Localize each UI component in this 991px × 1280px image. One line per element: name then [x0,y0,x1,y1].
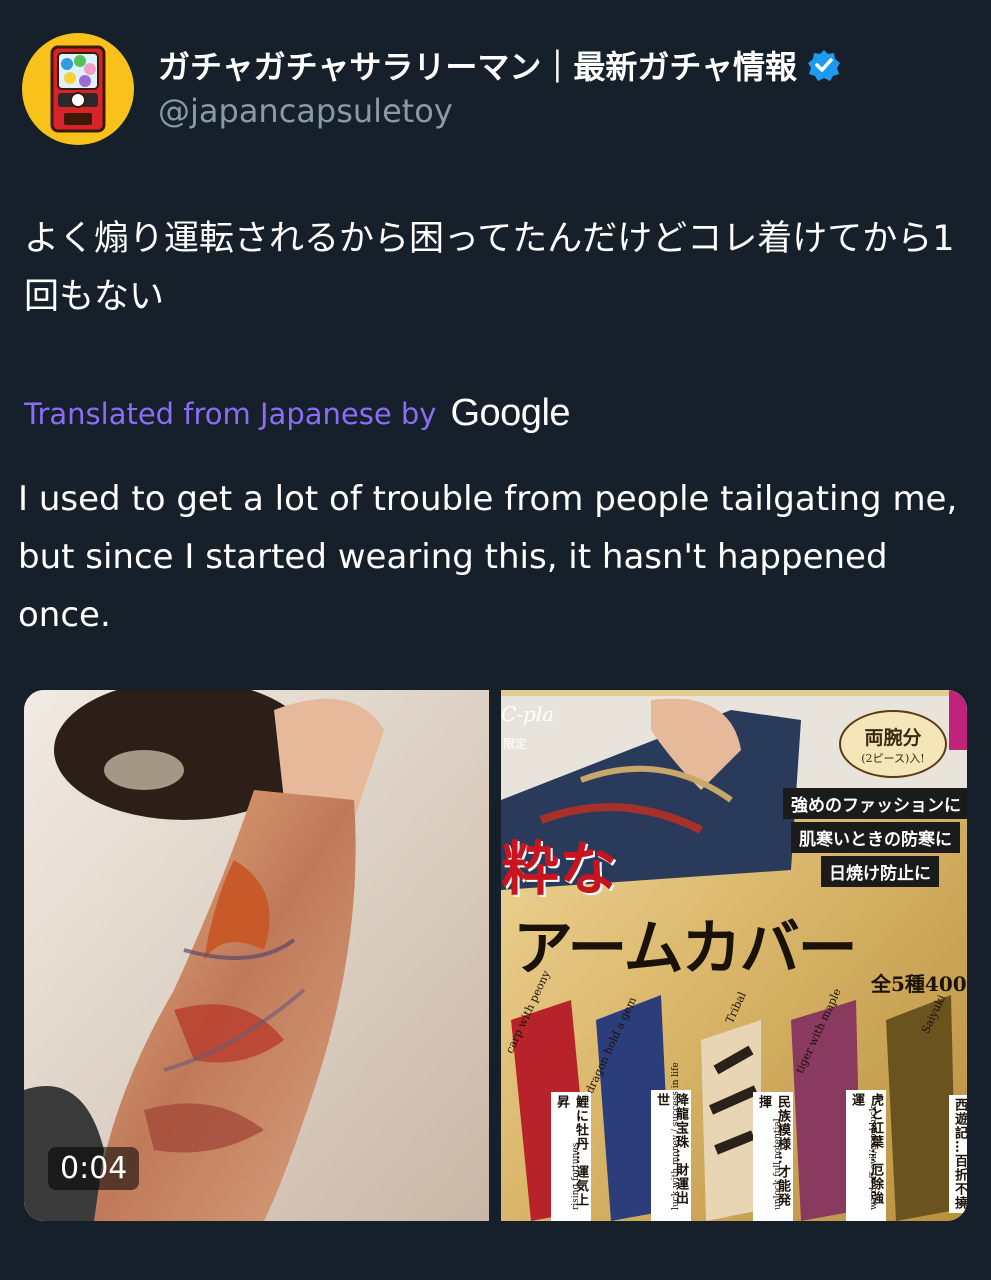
ad-limited-label: 限定 [503,737,528,751]
ad-badge: 両腕分 (2ピース)入! [839,710,947,778]
avatar[interactable] [22,33,134,145]
ad-badge-title: 両腕分 [864,726,922,749]
tweet-text-japanese: よく煽り運転されるから困ってたんだけどコレ着けてから1回もない [24,219,955,317]
sleeve-label-jp: 虎と紅葉…厄除強運 [846,1090,886,1221]
video-duration-badge: 0:04 [48,1147,140,1190]
ad-headline-red: 粋な [501,835,618,903]
sleeve-label-jp: 西遊記…百折不撓 [949,1095,967,1213]
sleeve-label-en-sub: unlock full potential [773,1118,783,1210]
ad-tag: 日焼け防止に [821,856,939,887]
ad-brand-logo: C-pla [501,702,555,726]
sleeve-label-en-sub: ward off evil/good luck [869,1105,879,1210]
image-media[interactable]: C-pla 限定 両腕分 (2ピース)入! 強めのファッションに 肌寒いときの防… [501,690,967,1221]
user-handle[interactable]: @japancapsuletoy [158,92,453,130]
tweet-page: ガチャガチャサラリーマン｜最新ガチャ情報 @japancapsuletoy よく… [0,0,991,1280]
tweet-text-translated: I used to get a lot of trouble from peop… [18,479,958,635]
ad-tag: 肌寒いときの防寒に [791,822,960,853]
ad-badge-subtitle: (2ピース)入! [861,751,925,765]
translated-label: Translated from Japanese by [24,396,437,431]
google-logo: Google [450,392,571,434]
display-name-row: ガチャガチャサラリーマン｜最新ガチャ情報 [158,42,841,88]
ad-tag: 強めのファッションに [783,788,967,819]
sleeve-label-en-sub: rising fortunes [571,1142,581,1210]
video-media[interactable] [24,690,489,1221]
translation-attribution[interactable]: Translated from Japanese by Google [24,392,571,435]
gachapon-machine-icon [50,45,106,133]
verified-badge-icon [807,48,841,82]
sleeve-label-en-sub: luck with money / success in life [671,1062,681,1210]
ad-headline: アームカバー [513,914,858,984]
display-name[interactable]: ガチャガチャサラリーマン｜最新ガチャ情報 [158,42,797,88]
ad-count-label: 全5種400 [871,972,967,996]
video-thumbnail [24,690,489,1221]
